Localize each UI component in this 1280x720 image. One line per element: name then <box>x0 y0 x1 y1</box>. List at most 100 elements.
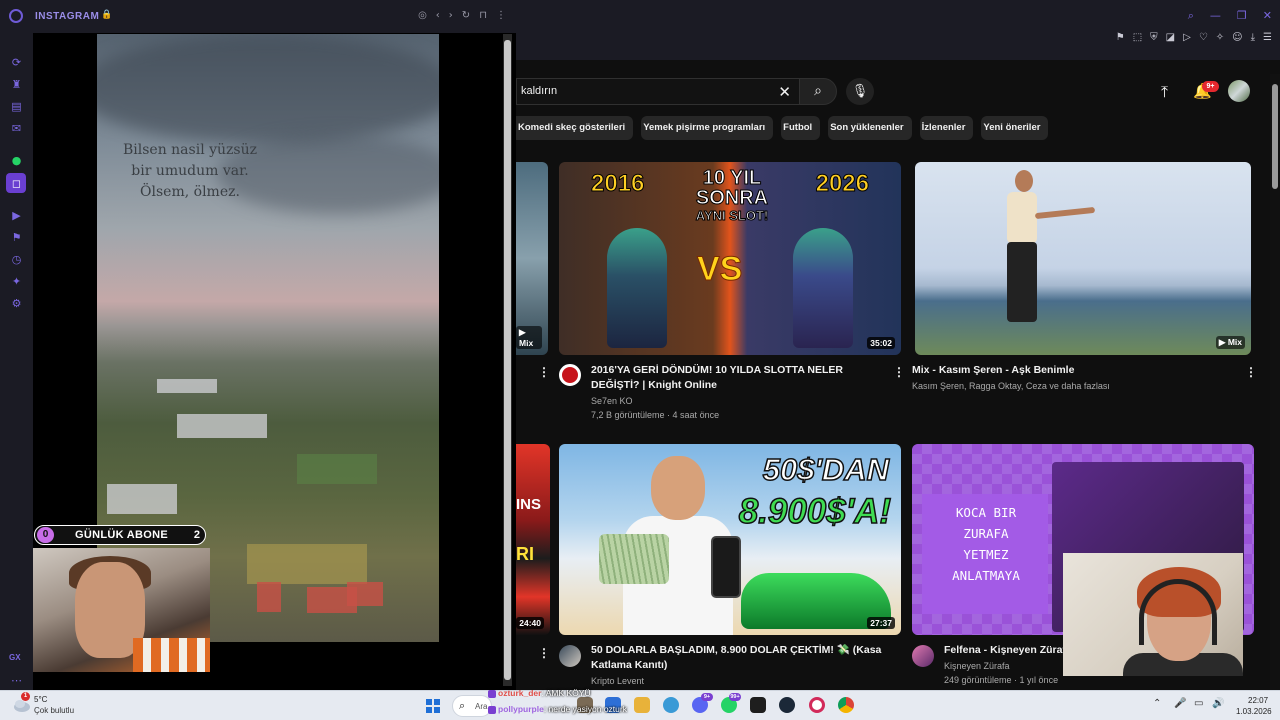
notification-badge: 9+ <box>1202 81 1219 92</box>
house-roof <box>347 582 383 606</box>
mail-icon[interactable]: ✉ <box>10 122 23 135</box>
gx-corner-icon[interactable]: ▤ <box>10 100 23 113</box>
target-icon[interactable]: ◎ <box>418 10 427 21</box>
youtube-scrollbar[interactable] <box>1270 74 1280 690</box>
clock-date[interactable]: 1.03.2026 <box>1236 707 1272 716</box>
history-icon[interactable]: ◷ <box>10 253 23 266</box>
duration-badge: 24:40 <box>516 617 544 629</box>
clock-time[interactable]: 22:07 <box>1248 696 1268 705</box>
figure-arm <box>1034 206 1096 220</box>
avatar[interactable] <box>1228 80 1250 102</box>
video-thumbnail[interactable]: 2016 2026 10 YIL SONRA AYNI SLOT! VS 35:… <box>559 162 901 355</box>
channel-name[interactable]: Kasım Şeren, Ragga Oktay, Ceza ve daha f… <box>912 379 1242 393</box>
extension-1-icon[interactable]: ⚑ <box>1116 32 1125 43</box>
taskbar-app-network[interactable] <box>663 697 679 713</box>
factory-roof <box>107 484 177 514</box>
chip-comedy[interactable]: Komedi skeç gösterileri <box>516 116 634 140</box>
video-title[interactable]: Felfena - Kişneyen Zürafa <box>944 643 1074 658</box>
video-title[interactable]: 50 DOLARLA BAŞLADIM, 8.900 DOLAR ÇEKTİM!… <box>591 643 891 673</box>
mic-tray-icon[interactable]: 🎤 <box>1174 698 1186 709</box>
forward-icon[interactable]: › <box>449 10 453 21</box>
search-icon[interactable]: ⌕ <box>1188 9 1194 23</box>
taskbar-app-terminal[interactable] <box>750 697 766 713</box>
reload-icon[interactable]: ↻ <box>462 10 470 21</box>
chip-watched[interactable]: İzlenenler <box>919 116 974 140</box>
abone-count: 2 <box>193 529 200 541</box>
chip-cooking[interactable]: Yemek pişirme programları <box>641 116 774 140</box>
knight-figure <box>793 228 853 348</box>
taskbar-app-chrome[interactable] <box>838 697 854 713</box>
channel-name[interactable]: Kripto Levent <box>591 674 644 688</box>
opera-logo-icon[interactable] <box>9 9 23 23</box>
chat-username: ozturk_der <box>498 688 542 698</box>
refresh-icon[interactable]: ⟳ <box>10 56 23 69</box>
play-icon[interactable]: ▷ <box>1183 32 1191 43</box>
video-thumbnail[interactable]: 50$'DAN 8.900$'A! 27:37 <box>559 444 901 635</box>
gx-icon[interactable]: GX <box>9 653 21 662</box>
chip-new[interactable]: Yeni öneriler <box>981 116 1049 140</box>
restore-icon[interactable]: ❐ <box>1237 9 1247 23</box>
shield-icon[interactable]: ⛨ <box>1150 32 1158 43</box>
minimize-icon[interactable]: — <box>1210 9 1221 23</box>
partial-video-thumbnail[interactable]: INS RI 24:40 <box>516 444 550 635</box>
extension-2-icon[interactable]: ⬚ <box>1133 32 1142 43</box>
taskbar-app-explorer[interactable] <box>634 697 650 713</box>
taskbar-app-opera[interactable] <box>809 697 825 713</box>
heart-icon[interactable]: ♡ <box>1199 32 1208 43</box>
chat-badge-icon <box>488 705 496 714</box>
video-title[interactable]: 2016'YA GERİ DÖNDÜM! 10 YILDA SLOTTA NEL… <box>591 363 891 393</box>
clear-icon[interactable]: ✕ <box>778 83 791 101</box>
video-thumbnail[interactable]: ▶ Mix <box>915 162 1251 355</box>
controller-icon[interactable]: ♜ <box>10 78 23 91</box>
upload-icon[interactable]: ⤒ <box>1161 82 1168 102</box>
extensions-icon[interactable]: ✦ <box>10 275 23 288</box>
chat-badge-icon <box>488 689 496 698</box>
start-button[interactable] <box>426 699 440 713</box>
browser-toolbar: ⌕ — ❐ ✕ ⚑ ⬚ ⛨ ◪ ▷ ♡ ✧ ☺ ⤓ ☰ <box>516 0 1280 60</box>
channel-avatar[interactable] <box>559 645 581 667</box>
thumb-text: KOCA BIR ZURAFA YETMEZ ANLATMAYA <box>926 502 1046 586</box>
chip-recent[interactable]: Son yüklenenler <box>828 116 912 140</box>
taskbar-search[interactable]: ⌕ Ara <box>452 695 492 717</box>
video-menu-icon[interactable]: ⋮ <box>538 365 550 379</box>
taskbar-app-steam[interactable] <box>779 697 795 713</box>
whatsapp-icon[interactable]: ● <box>10 154 23 167</box>
channel-name[interactable]: Se7en KO <box>591 394 633 408</box>
download-icon[interactable]: ⤓ <box>1251 32 1255 43</box>
mix-badge: ▶ Mix <box>1215 336 1245 349</box>
partial-video-thumbnail[interactable]: ▶ Mix <box>516 162 548 355</box>
video-menu-icon[interactable]: ⋮ <box>893 365 905 379</box>
tray-chevron-icon[interactable]: ⌃ <box>1153 698 1161 709</box>
volume-icon[interactable]: 🔊 <box>1212 698 1224 709</box>
pin-icon[interactable]: ⊓ <box>479 10 487 21</box>
menu-icon[interactable]: ☰ <box>1263 32 1272 43</box>
player-icon[interactable]: ▶ <box>10 209 23 222</box>
video-menu-icon[interactable]: ⋮ <box>1245 365 1257 379</box>
panel-menu-icon[interactable]: ⋮ <box>496 10 506 21</box>
thumb-text: VS <box>696 250 743 289</box>
channel-avatar[interactable] <box>559 364 581 386</box>
monitor-tray-icon[interactable]: ▭ <box>1194 698 1203 709</box>
chat-message: pollypurple: nerde yasiyon ozturk <box>488 704 627 714</box>
puzzle-icon[interactable]: ✧ <box>1216 32 1224 43</box>
video-menu-icon[interactable]: ⋮ <box>538 646 550 660</box>
search-button[interactable]: ⌕ <box>799 78 837 105</box>
app-badge: 99+ <box>729 693 741 701</box>
back-icon[interactable]: ‹ <box>436 10 440 21</box>
youtube-scrollbar-thumb[interactable] <box>1272 84 1278 189</box>
video-title[interactable]: Mix - Kasım Şeren - Aşk Benimle <box>912 363 1232 378</box>
instagram-scrollbar-thumb[interactable] <box>504 40 511 680</box>
channel-name[interactable]: Kişneyen Zürafa <box>944 659 1010 673</box>
bookmark-icon[interactable]: ⚑ <box>10 231 23 244</box>
settings-icon[interactable]: ⚙ <box>10 297 23 310</box>
chip-football[interactable]: Futbol <box>781 116 821 140</box>
more-icon[interactable]: ⋯ <box>10 674 23 687</box>
profile-icon[interactable]: ☺ <box>1232 32 1242 43</box>
close-icon[interactable]: ✕ <box>1263 9 1272 23</box>
mic-icon[interactable]: 🎙 <box>846 78 874 105</box>
thumb-text: 2026 <box>815 170 869 198</box>
search-input[interactable]: kaldırın ✕ <box>516 78 799 105</box>
instagram-scrollbar[interactable] <box>503 34 512 686</box>
extension-3-icon[interactable]: ◪ <box>1166 32 1175 43</box>
channel-avatar[interactable] <box>912 645 934 667</box>
